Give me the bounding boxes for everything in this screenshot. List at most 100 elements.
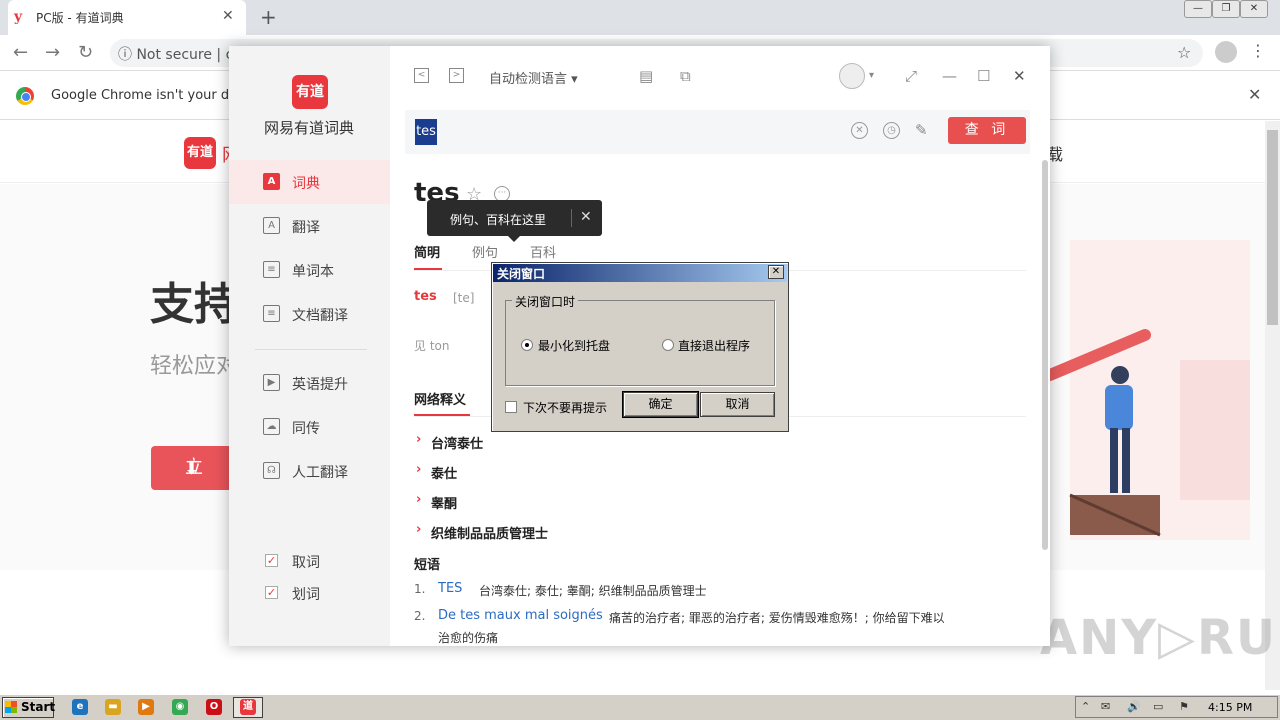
back-icon[interactable]: ←: [13, 42, 28, 63]
language-select[interactable]: 自动检测语言 ▾: [489, 68, 578, 87]
tab-close-icon[interactable]: ✕: [222, 8, 234, 24]
exit-program-label[interactable]: 直接退出程序: [678, 337, 750, 354]
chrome-logo-icon: [16, 87, 34, 105]
exit-program-radio[interactable]: [662, 339, 674, 351]
phrase-number: 2.: [414, 609, 426, 623]
dialog-group-label: 关闭窗口时: [512, 293, 579, 310]
phrase-link[interactable]: De tes maux mal soignés: [438, 608, 603, 623]
website-logo-icon[interactable]: 有道: [184, 137, 216, 169]
close-icon[interactable]: ✕: [1013, 67, 1026, 85]
tooltip-close-icon[interactable]: ✕: [580, 209, 592, 225]
chrome-icon[interactable]: ◉: [172, 699, 188, 715]
page-scrollbar-thumb[interactable]: [1267, 130, 1278, 325]
minimize-icon[interactable]: —: [942, 67, 957, 85]
forward-arrow-icon[interactable]: >: [449, 68, 464, 83]
dialog-close-icon[interactable]: ✕: [768, 265, 784, 279]
app-name: 网易有道词典: [264, 119, 355, 137]
network-icon[interactable]: ▭: [1153, 700, 1163, 713]
capture-word-checkbox[interactable]: ✓: [265, 554, 278, 567]
action-center-icon[interactable]: ⚑: [1179, 700, 1189, 713]
phrase-meaning-cont: 治愈的伤痛: [438, 631, 499, 645]
sidebar-item-label: 英语提升: [292, 377, 348, 393]
screenshot-icon[interactable]: ⧉: [680, 67, 691, 85]
cancel-button[interactable]: 取消: [700, 392, 775, 417]
window-restore-button[interactable]: ❐: [1212, 0, 1240, 18]
phrases-title: 短语: [414, 558, 441, 573]
tab-encyclopedia[interactable]: 百科: [530, 242, 556, 261]
search-input[interactable]: tes: [415, 119, 437, 145]
youdao-icon[interactable]: 道: [240, 699, 256, 715]
chevron-down-icon[interactable]: ▾: [869, 70, 874, 81]
tab-title[interactable]: PC版 - 有道词典: [36, 9, 124, 26]
bookmark-star-icon[interactable]: ☆: [1177, 43, 1191, 62]
folder-icon[interactable]: ▬: [105, 699, 121, 715]
reload-icon[interactable]: ↻: [78, 42, 93, 63]
ok-button[interactable]: 确定: [622, 391, 699, 418]
download-icon: ⬇: [184, 458, 200, 479]
window-minimize-button[interactable]: —: [1184, 0, 1212, 18]
chevron-right-icon[interactable]: ›: [416, 522, 421, 537]
sidebar-item-label: 词典: [292, 176, 320, 192]
entry-see-also[interactable]: 见 ton: [414, 337, 449, 354]
hero-subtitle: 轻松应对: [150, 354, 239, 379]
video-icon: ▶: [263, 374, 280, 391]
sidebar-divider: [255, 349, 367, 350]
infobar-close-icon[interactable]: ✕: [1248, 85, 1261, 104]
sidebar-item-label: 文档翻译: [292, 308, 348, 324]
user-avatar-icon[interactable]: [839, 63, 865, 89]
list-item[interactable]: 台湾泰仕: [431, 433, 483, 452]
maximize-icon[interactable]: ☐: [977, 67, 990, 85]
phrase-link[interactable]: TES: [438, 581, 462, 596]
entry-word: tes: [414, 289, 437, 304]
not-secure-label[interactable]: ⓘ Not secure | c: [118, 44, 233, 64]
dont-show-again-label[interactable]: 下次不要再提示: [523, 399, 607, 416]
list-item[interactable]: 睾酮: [431, 493, 457, 512]
tab-examples[interactable]: 例句: [472, 242, 498, 261]
chevron-right-icon[interactable]: ›: [416, 492, 421, 507]
watermark-logo: ANY▷RUN: [1040, 610, 1280, 666]
illustration-leg-left: [1110, 428, 1118, 493]
tray-youdao-icon[interactable]: ✉: [1101, 700, 1110, 713]
expand-icon[interactable]: ⤢: [905, 67, 917, 85]
web-definitions-title: 网络释义: [414, 393, 467, 408]
youdao-logo-icon: 有道: [292, 75, 328, 109]
volume-icon[interactable]: 🔊: [1127, 700, 1141, 713]
forward-icon[interactable]: →: [45, 42, 60, 63]
chevron-right-icon[interactable]: ›: [416, 462, 421, 477]
browser-menu-icon[interactable]: ⋮: [1250, 41, 1266, 60]
document-icon[interactable]: ▤: [639, 67, 653, 85]
media-icon[interactable]: ▶: [138, 699, 154, 715]
clear-search-icon[interactable]: ✕: [851, 122, 868, 139]
history-icon[interactable]: ◷: [883, 122, 900, 139]
minimize-to-tray-label[interactable]: 最小化到托盘: [538, 337, 610, 354]
radio-selected-dot: [525, 343, 529, 347]
search-button[interactable]: 查 词: [948, 117, 1026, 144]
select-word-label: 划词: [292, 587, 320, 603]
new-tab-button[interactable]: +: [260, 5, 277, 29]
ie-icon[interactable]: e: [72, 699, 88, 715]
document-icon: ≡: [263, 305, 280, 322]
tray-expand-icon[interactable]: ⌃: [1081, 700, 1090, 713]
illustration-head: [1111, 366, 1129, 384]
list-item[interactable]: 织维制品品质管理士: [431, 523, 548, 542]
phrase-meaning: 台湾泰仕; 泰仕; 睾酮; 织维制品品质管理士: [479, 584, 707, 598]
opera-icon[interactable]: O: [206, 699, 222, 715]
sidebar-item-label: 人工翻译: [292, 465, 348, 481]
phrase-meaning: 痛苦的治疗者; 罪恶的治疗者; 爱伤情毁难愈殇！; 你给留下难以: [609, 611, 945, 625]
dont-show-again-checkbox[interactable]: [505, 401, 517, 413]
illustration-leg-right: [1122, 428, 1130, 493]
account-avatar-icon[interactable]: [1215, 41, 1237, 63]
tooltip-arrow: [508, 236, 520, 242]
back-arrow-icon[interactable]: <: [414, 68, 429, 83]
sidebar-item-label: 翻译: [292, 220, 320, 236]
tab-brief[interactable]: 简明: [414, 242, 440, 261]
chevron-right-icon[interactable]: ›: [416, 432, 421, 447]
list-item[interactable]: 泰仕: [431, 463, 457, 482]
app-scrollbar[interactable]: [1042, 160, 1048, 550]
cloud-icon: ☁: [263, 418, 280, 435]
search-bar: [405, 110, 1030, 154]
edit-icon[interactable]: ✎: [915, 121, 928, 139]
capture-word-label: 取词: [292, 555, 320, 571]
window-close-button[interactable]: ✕: [1240, 0, 1268, 18]
select-word-checkbox[interactable]: ✓: [265, 586, 278, 599]
